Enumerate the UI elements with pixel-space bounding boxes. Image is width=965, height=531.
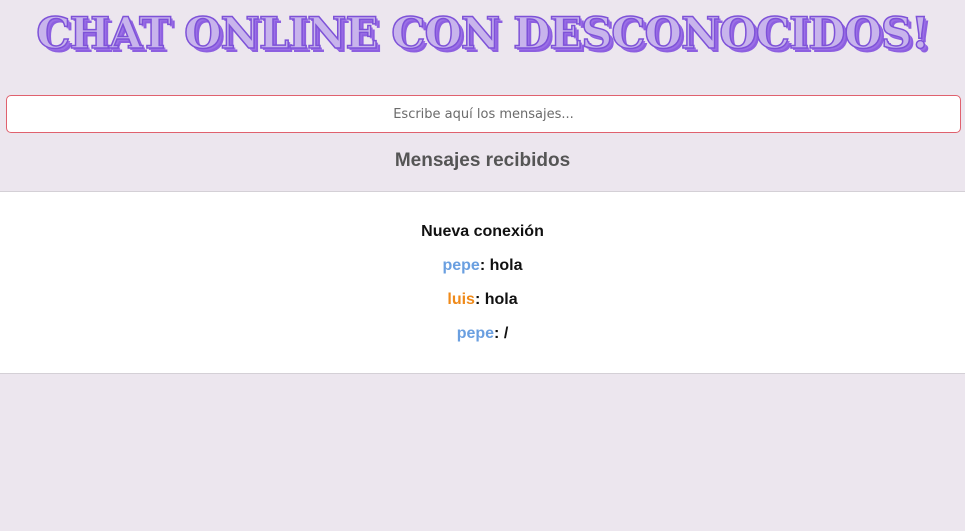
chat-message: pepe: / [0,324,965,344]
message-username: pepe [456,325,495,342]
message-separator: : [479,257,490,274]
message-text: hola [484,291,518,308]
message-separator: : [494,325,504,342]
messages-list: Nueva conexión pepe: hola luis: hola pep… [0,191,965,374]
message-username: luis [447,291,475,308]
message-composer [6,95,961,133]
message-text: hola [489,257,523,274]
message-username: pepe [442,257,480,274]
message-input[interactable] [6,95,961,133]
chat-message: luis: hola [0,290,965,310]
message-separator: : [474,291,485,308]
received-messages-heading: Mensajes recibidos [394,150,571,171]
system-message: Nueva conexión [0,222,965,242]
app-title: CHAT ONLINE CON DESCONOCIDOS! [35,8,930,60]
chat-message: pepe: hola [0,256,965,276]
message-text: / [503,325,509,342]
message-text: Nueva conexión [421,223,544,240]
